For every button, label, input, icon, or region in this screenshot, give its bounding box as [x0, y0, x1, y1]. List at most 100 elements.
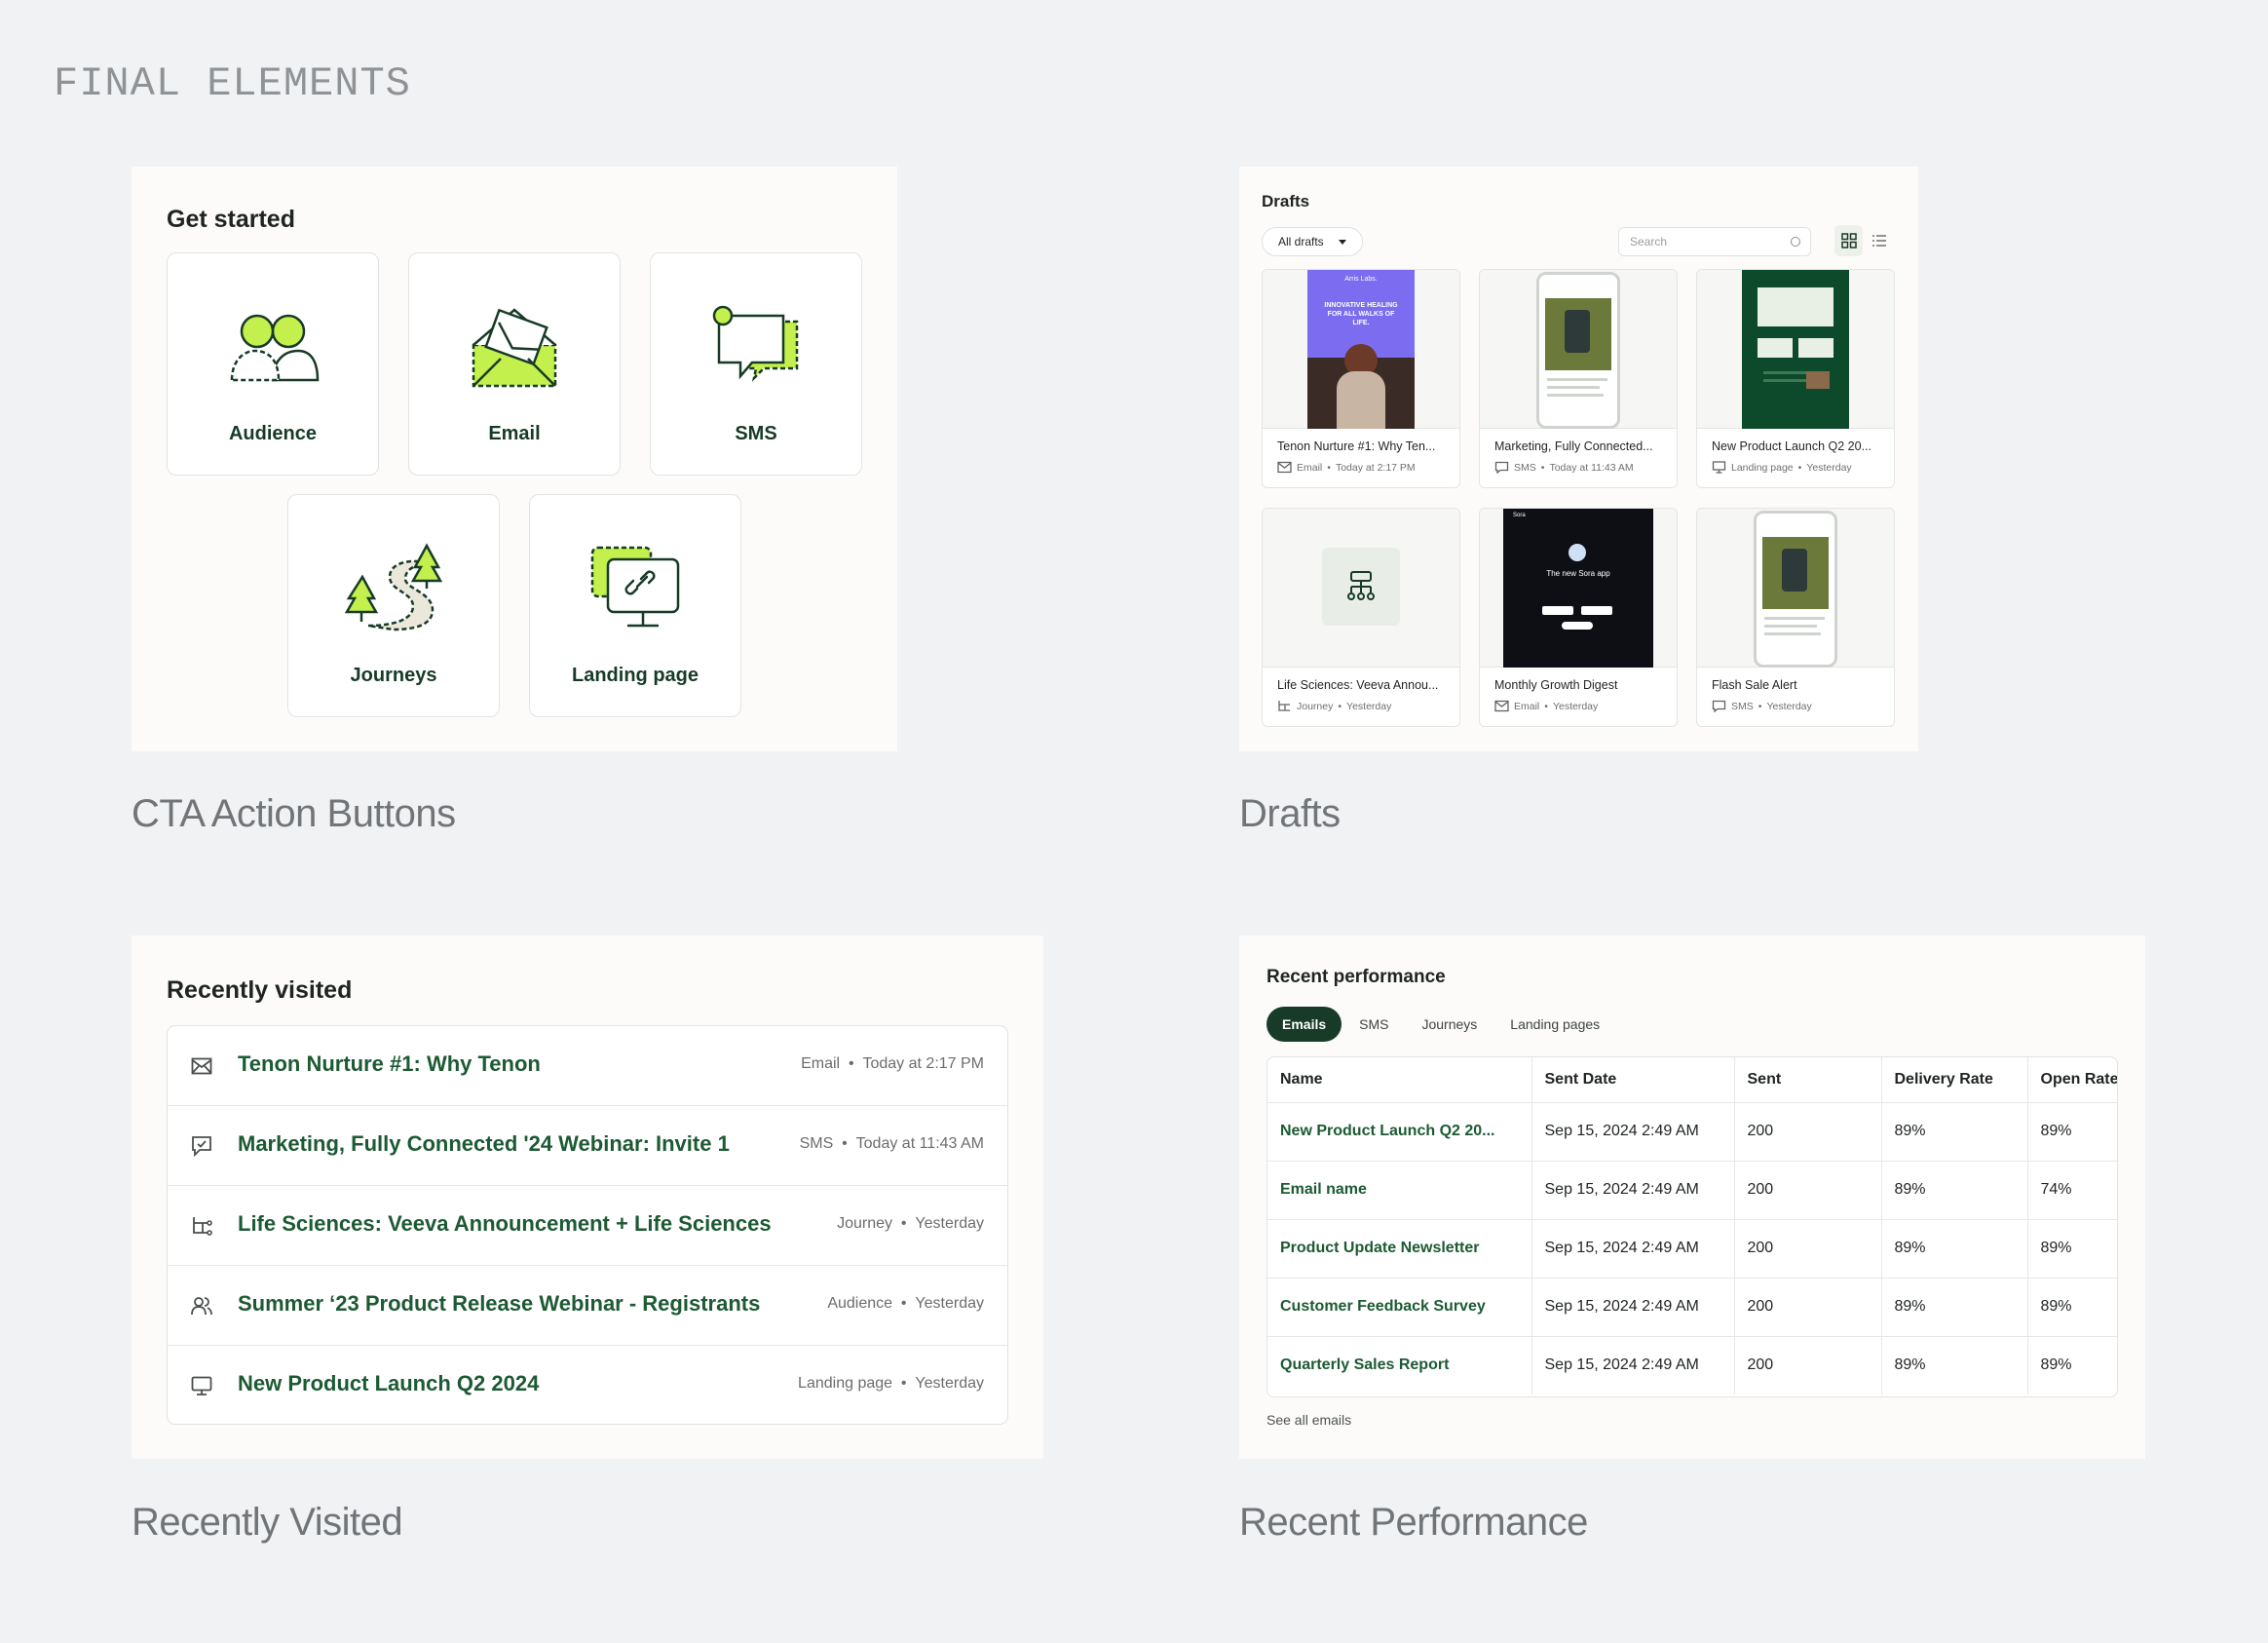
tab-sms[interactable]: SMS: [1343, 1007, 1404, 1042]
cell-delivery-rate: 89%: [1881, 1336, 2028, 1395]
list-item[interactable]: Summer ‘23 Product Release Webinar - Reg…: [168, 1266, 1007, 1346]
draft-type: SMS: [1731, 700, 1754, 712]
view-toggle: [1834, 225, 1894, 256]
grid-view-button[interactable]: [1834, 225, 1863, 256]
audience-icon: [230, 314, 320, 382]
row-name-link[interactable]: Quarterly Sales Report: [1267, 1336, 1532, 1395]
audience-button[interactable]: Audience: [167, 252, 379, 476]
row-name-link[interactable]: Customer Feedback Survey: [1267, 1278, 1532, 1337]
cell-sent: 200: [1734, 1161, 1882, 1220]
draft-card[interactable]: Life Sciences: Veeva Annou... Journey • Ye…: [1262, 508, 1460, 727]
row-name-link[interactable]: Product Update Newsletter: [1267, 1219, 1532, 1279]
draft-time: Today at 2:17 PM: [1335, 461, 1416, 474]
draft-thumbnail: [1697, 270, 1894, 429]
draft-thumbnail: [1263, 509, 1459, 668]
draft-type: Email: [1514, 700, 1540, 712]
draft-thumbnail: Sora The new Sora app: [1480, 509, 1677, 668]
cell-sent: 200: [1734, 1278, 1882, 1337]
drafts-filter-label: All drafts: [1278, 235, 1324, 248]
column-header[interactable]: Open Rate: [2027, 1057, 2117, 1103]
journey-icon: [1278, 701, 1290, 711]
table-row[interactable]: Customer Feedback Survey Sep 15, 2024 2:…: [1267, 1278, 2117, 1337]
list-view-button[interactable]: [1865, 225, 1893, 256]
landing-page-icon: [590, 546, 680, 628]
draft-type: Landing page: [1731, 461, 1794, 474]
cell-delivery-rate: 89%: [1881, 1278, 2028, 1337]
page-heading: FINAL ELEMENTS: [54, 60, 411, 107]
row-name-link[interactable]: Email name: [1267, 1161, 1532, 1220]
list-item[interactable]: Life Sciences: Veeva Announcement + Life…: [168, 1186, 1007, 1266]
draft-card[interactable]: Flash Sale Alert SMS • Yesterday: [1696, 508, 1895, 727]
thumb-brand: Arris Labs.: [1344, 276, 1378, 283]
recently-visited-panel: Recently visited Tenon Nurture #1: Why T…: [132, 936, 1043, 1459]
draft-meta: Landing page • Yesterday: [1712, 461, 1852, 474]
journeys-button[interactable]: Journeys: [287, 494, 500, 717]
row-name-link[interactable]: New Product Launch Q2 20...: [1267, 1102, 1532, 1162]
get-started-title: Get started: [167, 206, 295, 233]
drafts-title: Drafts: [1262, 192, 1310, 210]
draft-title: New Product Launch Q2 20...: [1712, 439, 1871, 453]
cell-sent-date: Sep 15, 2024 2:49 AM: [1531, 1161, 1735, 1220]
thumb-headline: INNOVATIVE HEALING FOR ALL WALKS OF LIFE…: [1324, 302, 1398, 326]
draft-card[interactable]: Marketing, Fully Connected... SMS • Today …: [1479, 269, 1678, 488]
drafts-search-input[interactable]: Search: [1618, 227, 1811, 256]
drafts-panel: Drafts All drafts Search Arris Labs. INN…: [1239, 167, 1918, 751]
item-meta: Email • Today at 2:17 PM: [801, 1055, 984, 1072]
draft-type: Journey: [1297, 700, 1334, 712]
audience-icon: [191, 1297, 212, 1316]
drafts-filter-dropdown[interactable]: All drafts: [1262, 227, 1363, 256]
email-icon: [1277, 461, 1292, 474]
cell-sent-date: Sep 15, 2024 2:49 AM: [1531, 1102, 1735, 1162]
audience-label: Audience: [228, 423, 318, 444]
column-header[interactable]: Delivery Rate: [1881, 1057, 2028, 1103]
draft-time: Yesterday: [1806, 461, 1852, 474]
search-placeholder: Search: [1630, 235, 1668, 248]
cell-sent-date: Sep 15, 2024 2:49 AM: [1531, 1336, 1735, 1395]
draft-type: SMS: [1514, 461, 1536, 474]
recent-performance-panel: Recent performance Emails SMS Journeys L…: [1239, 936, 2145, 1459]
recently-visited-title: Recently visited: [167, 976, 353, 1004]
recently-visited-caption: Recently Visited: [132, 1501, 403, 1544]
list-icon: [1871, 235, 1886, 247]
cell-sent: 200: [1734, 1336, 1882, 1395]
landing-page-icon: [191, 1376, 212, 1395]
sms-button[interactable]: SMS: [650, 252, 862, 476]
table-row[interactable]: New Product Launch Q2 20... Sep 15, 2024…: [1267, 1102, 2117, 1162]
list-item[interactable]: New Product Launch Q2 2024 Landing page …: [168, 1346, 1007, 1424]
draft-card[interactable]: Sora The new Sora app Monthly Growth Dig…: [1479, 508, 1678, 727]
column-header[interactable]: Sent Date: [1531, 1057, 1735, 1103]
table-row[interactable]: Email name Sep 15, 2024 2:49 AM 200 89% …: [1267, 1161, 2117, 1220]
column-header[interactable]: Name: [1267, 1057, 1532, 1103]
draft-meta: Journey • Yesterday: [1277, 700, 1391, 712]
draft-meta: Email • Yesterday: [1494, 700, 1598, 712]
cell-open-rate: 74%: [2027, 1161, 2117, 1220]
table-row[interactable]: Product Update Newsletter Sep 15, 2024 2…: [1267, 1219, 2117, 1279]
draft-meta: SMS • Today at 11:43 AM: [1494, 461, 1634, 474]
tab-emails[interactable]: Emails: [1266, 1007, 1342, 1042]
draft-meta: Email • Today at 2:17 PM: [1277, 461, 1416, 474]
tab-landing-pages[interactable]: Landing pages: [1494, 1007, 1615, 1042]
email-button[interactable]: Email: [408, 252, 621, 476]
cell-open-rate: 89%: [2027, 1336, 2117, 1395]
item-name: New Product Launch Q2 2024: [238, 1371, 540, 1395]
draft-card[interactable]: Arris Labs. INNOVATIVE HEALING FOR ALL W…: [1262, 269, 1460, 488]
table-row[interactable]: Quarterly Sales Report Sep 15, 2024 2:49…: [1267, 1336, 2117, 1395]
sms-icon: [192, 1136, 211, 1157]
journeys-label: Journeys: [350, 665, 437, 686]
draft-card[interactable]: New Product Launch Q2 20... Landing page…: [1696, 269, 1895, 488]
column-header[interactable]: Sent: [1734, 1057, 1882, 1103]
list-item[interactable]: Tenon Nurture #1: Why Tenon Email • Toda…: [168, 1026, 1007, 1106]
sms-icon: [1712, 700, 1726, 712]
tab-journeys[interactable]: Journeys: [1406, 1007, 1493, 1042]
see-all-emails-link[interactable]: See all emails: [1266, 1412, 1351, 1428]
draft-thumbnail: [1697, 509, 1894, 668]
journeys-icon: [345, 543, 442, 631]
list-item[interactable]: Marketing, Fully Connected '24 Webinar: …: [168, 1106, 1007, 1186]
thumb-sora-headline: The new Sora app: [1546, 569, 1610, 578]
cell-sent-date: Sep 15, 2024 2:49 AM: [1531, 1219, 1735, 1279]
draft-time: Yesterday: [1346, 700, 1392, 712]
cell-open-rate: 89%: [2027, 1102, 2117, 1162]
landing-page-button[interactable]: Landing page: [529, 494, 741, 717]
get-started-panel: Get started Audience Email SMS Journeys …: [132, 167, 897, 751]
draft-title: Tenon Nurture #1: Why Ten...: [1277, 439, 1436, 453]
